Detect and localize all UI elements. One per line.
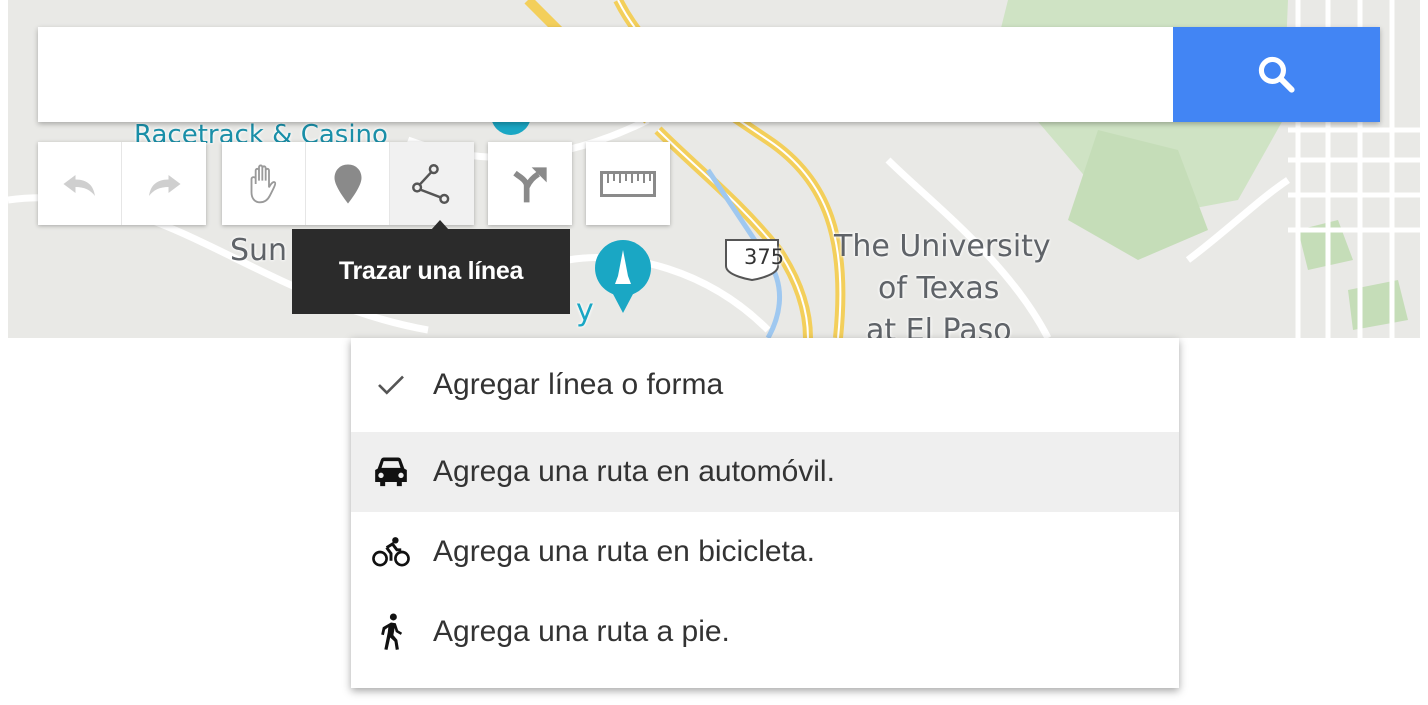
undo-button[interactable] bbox=[38, 142, 122, 225]
menu-item-bicycle-route[interactable]: Agrega una ruta en bicicleta. bbox=[351, 512, 1179, 592]
university-label-line3: at El Paso bbox=[866, 313, 1012, 339]
ruler-icon bbox=[600, 170, 656, 197]
menu-item-label: Agregar línea o forma bbox=[433, 368, 724, 401]
add-directions-button[interactable] bbox=[488, 142, 572, 225]
menu-item-label: Agrega una ruta en automóvil. bbox=[433, 455, 835, 488]
undo-icon bbox=[63, 174, 95, 196]
highway-shield-label: 375 bbox=[744, 245, 785, 269]
select-items-button[interactable] bbox=[222, 142, 306, 225]
directions-icon bbox=[513, 166, 547, 202]
add-marker-button[interactable] bbox=[306, 142, 390, 225]
draw-tools-group bbox=[222, 142, 474, 225]
search-button[interactable] bbox=[1173, 27, 1380, 122]
map-label-sun: Sun bbox=[230, 233, 288, 268]
menu-item-label: Agrega una ruta a pie. bbox=[433, 615, 730, 648]
university-label-line1: The University bbox=[834, 229, 1051, 264]
menu-item-walking-route[interactable]: Agrega una ruta a pie. bbox=[351, 592, 1179, 672]
measure-group bbox=[586, 142, 670, 225]
marker-icon bbox=[334, 164, 361, 203]
tooltip: Trazar una línea bbox=[292, 229, 570, 314]
search-icon bbox=[1258, 56, 1295, 93]
draw-line-icon bbox=[412, 163, 450, 204]
check-icon bbox=[371, 338, 411, 432]
redo-icon bbox=[149, 174, 181, 196]
university-label-line2: of Texas bbox=[878, 271, 1000, 306]
menu-item-label: Agrega una ruta en bicicleta. bbox=[433, 535, 815, 568]
search-input[interactable] bbox=[38, 27, 1173, 122]
bicycle-icon bbox=[371, 512, 411, 592]
menu-item-driving-route[interactable]: Agrega una ruta en automóvil. bbox=[351, 432, 1179, 512]
search-box bbox=[38, 27, 1380, 122]
menu-item-add-line-shape[interactable]: Agregar línea o forma bbox=[351, 338, 1179, 432]
undo-redo-group bbox=[38, 142, 206, 225]
walk-icon bbox=[371, 592, 411, 672]
directions-group bbox=[488, 142, 572, 225]
map-label-y: y bbox=[576, 293, 594, 328]
car-icon bbox=[371, 432, 411, 512]
measure-distance-button[interactable] bbox=[586, 142, 670, 225]
hand-icon bbox=[250, 164, 276, 203]
redo-button[interactable] bbox=[122, 142, 206, 225]
draw-line-button[interactable] bbox=[390, 142, 474, 225]
draw-line-menu: Agregar línea o forma Agrega una ruta en… bbox=[351, 338, 1179, 688]
